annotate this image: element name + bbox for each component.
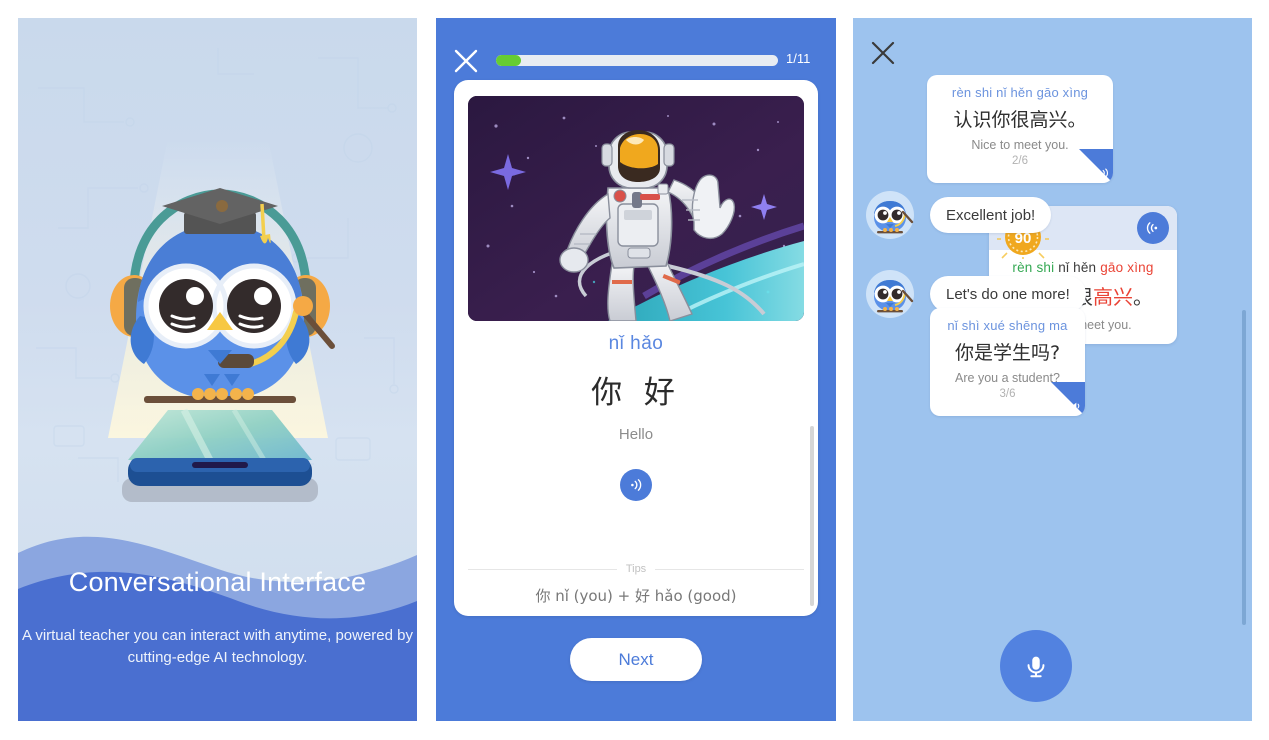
- next-button[interactable]: Next: [570, 638, 702, 681]
- progress-counter: 1/11: [786, 51, 811, 66]
- close-icon[interactable]: [453, 48, 479, 74]
- score-pinyin: rèn shi nǐ hěn gāo xìng: [997, 260, 1169, 275]
- divider-line-right: [655, 568, 804, 570]
- prompt-card: rèn shi nǐ hěn gāo xìng 认识你很高兴。 Nice to …: [927, 75, 1113, 183]
- lesson-header: 1/11: [436, 18, 836, 80]
- teacher-message: Let's do one more!: [930, 276, 1086, 312]
- onboarding-panel: Conversational Interface A virtual teach…: [18, 18, 417, 721]
- tips-label: Tips: [625, 563, 647, 575]
- hanzi-part-3: 高兴: [1093, 285, 1133, 309]
- lesson-content: nǐ hǎo 你 好 Hello: [454, 333, 818, 501]
- conversation-scrollbar[interactable]: [1242, 310, 1246, 625]
- hanzi-part-4: 。: [1133, 285, 1153, 309]
- card-scrollbar[interactable]: [810, 426, 814, 606]
- prompt-hanzi: 认识你很高兴。: [953, 109, 1087, 131]
- lesson-hanzi: 你 好: [591, 375, 681, 411]
- sound-wave-icon[interactable]: [1137, 212, 1169, 244]
- tips-text: 你 nǐ (you) + 好 hǎo (good): [535, 587, 737, 605]
- tips-divider: Tips: [468, 563, 804, 575]
- speaker-icon[interactable]: [1051, 382, 1085, 416]
- lesson-illustration: [468, 96, 804, 321]
- lesson-progress-bar: [496, 55, 778, 66]
- conversation-panel: rèn shi nǐ hěn gāo xìng 认识你很高兴。 Nice to …: [853, 18, 1252, 721]
- divider-line-left: [468, 568, 617, 570]
- lesson-english: Hello: [618, 426, 654, 443]
- prompt-pinyin: nǐ shì xué shēng ma: [947, 318, 1068, 333]
- prompt-card: nǐ shì xué shēng ma 你是学生吗? Are you a stu…: [930, 308, 1085, 416]
- owl-avatar: [866, 191, 914, 239]
- pinyin-part-3: gāo xìng: [1100, 260, 1154, 275]
- chat-thread: rèn shi nǐ hěn gāo xìng 认识你很高兴。 Nice to …: [853, 18, 1252, 721]
- lesson-pinyin: nǐ hǎo: [608, 333, 664, 354]
- progress-fill: [496, 55, 522, 66]
- speaker-glyph: [1070, 400, 1082, 414]
- lesson-card: nǐ hǎo 你 好 Hello Tips 你 nǐ (you) + 好 hǎo…: [454, 80, 818, 616]
- pinyin-part-1: rèn shi: [1012, 260, 1055, 275]
- lesson-panel: 1/11 nǐ hǎo 你 好 Hello Tips 你 nǐ (you) + …: [436, 18, 836, 721]
- microphone-icon[interactable]: [1000, 630, 1072, 702]
- owl-teacher-illustration: [110, 188, 335, 403]
- speaker-icon[interactable]: [620, 469, 652, 501]
- prompt-hanzi: 你是学生吗?: [954, 342, 1061, 364]
- prompt-pinyin: rèn shi nǐ hěn gāo xìng: [951, 85, 1089, 100]
- owl-avatar: [866, 270, 914, 318]
- teacher-message: Excellent job!: [930, 197, 1052, 233]
- page-subtitle: A virtual teacher you can interact with …: [21, 627, 414, 666]
- pinyin-part-2: nǐ hěn: [1058, 260, 1097, 275]
- screenshot-root: Conversational Interface A virtual teach…: [0, 0, 1269, 740]
- speaker-icon[interactable]: [1079, 149, 1113, 183]
- speaker-glyph: [1098, 167, 1110, 181]
- page-title: Conversational Interface: [68, 567, 367, 597]
- onboarding-copy: Conversational Interface A virtual teach…: [18, 565, 417, 669]
